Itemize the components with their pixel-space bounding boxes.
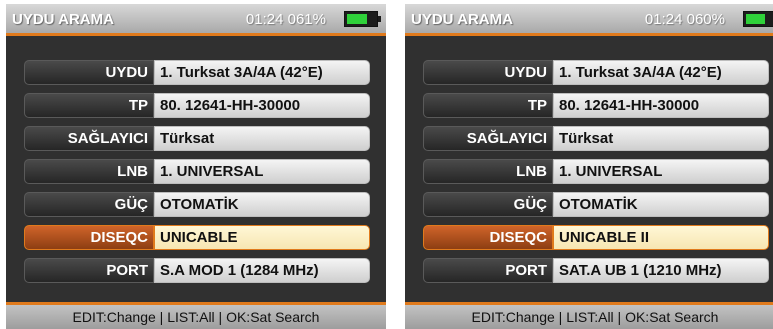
row-tp[interactable]: TP 80. 12641-HH-30000	[423, 93, 769, 118]
row-label: GÜÇ	[24, 192, 154, 217]
clock-time: 01:24	[644, 11, 683, 28]
battery-icon	[344, 11, 381, 27]
settings-list: UYDU 1. Turksat 3A/4A (42°E) TP 80. 12641-…	[24, 60, 370, 291]
row-saglayici[interactable]: SAĞLAYICI Türksat	[24, 126, 370, 151]
screen-title: UYDU ARAMA	[12, 11, 114, 28]
row-value[interactable]: 80. 12641-HH-30000	[154, 93, 370, 118]
row-label: PORT	[423, 258, 553, 283]
row-value[interactable]: UNICABLE II	[553, 225, 769, 250]
header-bar: UYDU ARAMA 01:24 061%	[6, 4, 386, 36]
row-value[interactable]: Türksat	[553, 126, 769, 151]
satellite-search-screen-right: UYDU ARAMA 01:24 060% UYDU 1. Turksat 3A/…	[405, 4, 773, 329]
row-uydu[interactable]: UYDU 1. Turksat 3A/4A (42°E)	[423, 60, 769, 85]
row-port[interactable]: PORT S.A MOD 1 (1284 MHz)	[24, 258, 370, 283]
satellite-search-screen-left: UYDU ARAMA 01:24 061% UYDU 1. Turksat 3A/…	[6, 4, 386, 329]
status-time-battery: 01:24 060%	[645, 11, 725, 28]
row-guc[interactable]: GÜÇ OTOMATİK	[423, 192, 769, 217]
battery-percent: 061%	[287, 11, 326, 28]
row-label: GÜÇ	[423, 192, 553, 217]
row-value[interactable]: 80. 12641-HH-30000	[553, 93, 769, 118]
row-label: LNB	[423, 159, 553, 184]
screen-title: UYDU ARAMA	[411, 11, 513, 28]
battery-icon	[743, 11, 773, 27]
settings-list: UYDU 1. Turksat 3A/4A (42°E) TP 80. 12641-…	[423, 60, 769, 291]
key-hint-bar: EDIT:Change | LIST:All | OK:Sat Search	[405, 302, 773, 329]
row-label: TP	[24, 93, 154, 118]
row-value[interactable]: OTOMATİK	[154, 192, 370, 217]
header-bar: UYDU ARAMA 01:24 060%	[405, 4, 773, 36]
status-time-battery: 01:24 061%	[246, 11, 326, 28]
row-label: SAĞLAYICI	[24, 126, 154, 151]
row-uydu[interactable]: UYDU 1. Turksat 3A/4A (42°E)	[24, 60, 370, 85]
row-diseqc-selected[interactable]: DISEQC UNICABLE II	[423, 225, 769, 250]
row-label: UYDU	[24, 60, 154, 85]
row-value[interactable]: Türksat	[154, 126, 370, 151]
row-port[interactable]: PORT SAT.A UB 1 (1210 MHz)	[423, 258, 769, 283]
row-value[interactable]: UNICABLE	[154, 225, 370, 250]
row-label: UYDU	[423, 60, 553, 85]
row-tp[interactable]: TP 80. 12641-HH-30000	[24, 93, 370, 118]
key-hint-bar: EDIT:Change | LIST:All | OK:Sat Search	[6, 302, 386, 329]
row-lnb[interactable]: LNB 1. UNIVERSAL	[423, 159, 769, 184]
row-guc[interactable]: GÜÇ OTOMATİK	[24, 192, 370, 217]
row-saglayici[interactable]: SAĞLAYICI Türksat	[423, 126, 769, 151]
row-label: TP	[423, 93, 553, 118]
row-value[interactable]: 1. Turksat 3A/4A (42°E)	[154, 60, 370, 85]
row-value[interactable]: 1. Turksat 3A/4A (42°E)	[553, 60, 769, 85]
row-label: LNB	[24, 159, 154, 184]
row-value[interactable]: SAT.A UB 1 (1210 MHz)	[553, 258, 769, 283]
row-label: PORT	[24, 258, 154, 283]
clock-time: 01:24	[245, 11, 284, 28]
row-lnb[interactable]: LNB 1. UNIVERSAL	[24, 159, 370, 184]
row-value[interactable]: OTOMATİK	[553, 192, 769, 217]
row-label: SAĞLAYICI	[423, 126, 553, 151]
row-value[interactable]: S.A MOD 1 (1284 MHz)	[154, 258, 370, 283]
battery-percent: 060%	[686, 11, 725, 28]
row-value[interactable]: 1. UNIVERSAL	[154, 159, 370, 184]
row-label: DISEQC	[24, 225, 154, 250]
row-value[interactable]: 1. UNIVERSAL	[553, 159, 769, 184]
row-diseqc-selected[interactable]: DISEQC UNICABLE	[24, 225, 370, 250]
row-label: DISEQC	[423, 225, 553, 250]
